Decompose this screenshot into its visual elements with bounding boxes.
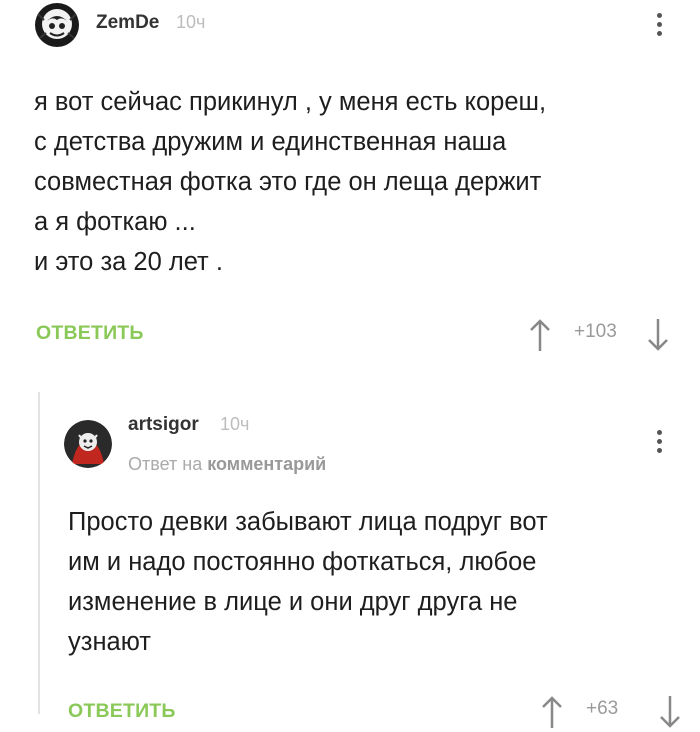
avatar[interactable] <box>64 420 112 468</box>
reply-button[interactable]: ОТВЕТИТЬ <box>68 700 176 723</box>
reply-to-link[interactable]: комментарий <box>207 454 326 474</box>
comment-text-line: изменение в лице и они друг друга не <box>68 588 518 616</box>
more-vertical-icon[interactable] <box>657 430 663 457</box>
comment-author[interactable]: artsigor <box>128 414 199 436</box>
comment-rating: +103 <box>574 321 617 342</box>
comment-text-line: я вот сейчас прикинул , у меня есть коре… <box>34 88 547 116</box>
reply-comment: artsigor 10ч Ответ на комментарий Просто… <box>38 392 700 728</box>
vote-up-icon[interactable] <box>540 695 564 729</box>
reply-to-label: Ответ на комментарий <box>128 454 326 475</box>
reply-to-prefix: Ответ на <box>128 454 203 474</box>
vote-up-icon[interactable] <box>528 318 552 352</box>
comment: ZemDe 10ч я вот сейчас прикинул , у меня… <box>0 0 700 390</box>
comment-author[interactable]: ZemDe <box>96 12 159 34</box>
comment-text-line: и это за 20 лет . <box>34 248 223 276</box>
comment-rating: +63 <box>586 698 619 719</box>
comment-time: 10ч <box>220 414 250 434</box>
comment-text-line: Просто девки забывают лица подруг вот <box>68 508 548 536</box>
more-vertical-icon[interactable] <box>657 13 663 40</box>
avatar[interactable] <box>32 0 82 50</box>
comment-text-line: узнают <box>68 628 151 656</box>
comment-text: я вот сейчас прикинул , у меня есть коре… <box>34 82 546 282</box>
vote-down-icon[interactable] <box>658 695 682 729</box>
comment-text-line: с детства дружим и единственная наша <box>34 128 507 156</box>
comment-text-line: а я фоткаю ... <box>34 208 196 236</box>
comment-text: Просто девки забывают лица подруг вот им… <box>68 502 548 662</box>
comment-time: 10ч <box>176 12 206 32</box>
vote-down-icon[interactable] <box>646 318 670 352</box>
comment-text-line: совместная фотка это где он леща держит <box>34 168 542 196</box>
comment-text-line: им и надо постоянно фоткаться, любое <box>68 548 537 576</box>
reply-button[interactable]: ОТВЕТИТЬ <box>36 322 144 345</box>
